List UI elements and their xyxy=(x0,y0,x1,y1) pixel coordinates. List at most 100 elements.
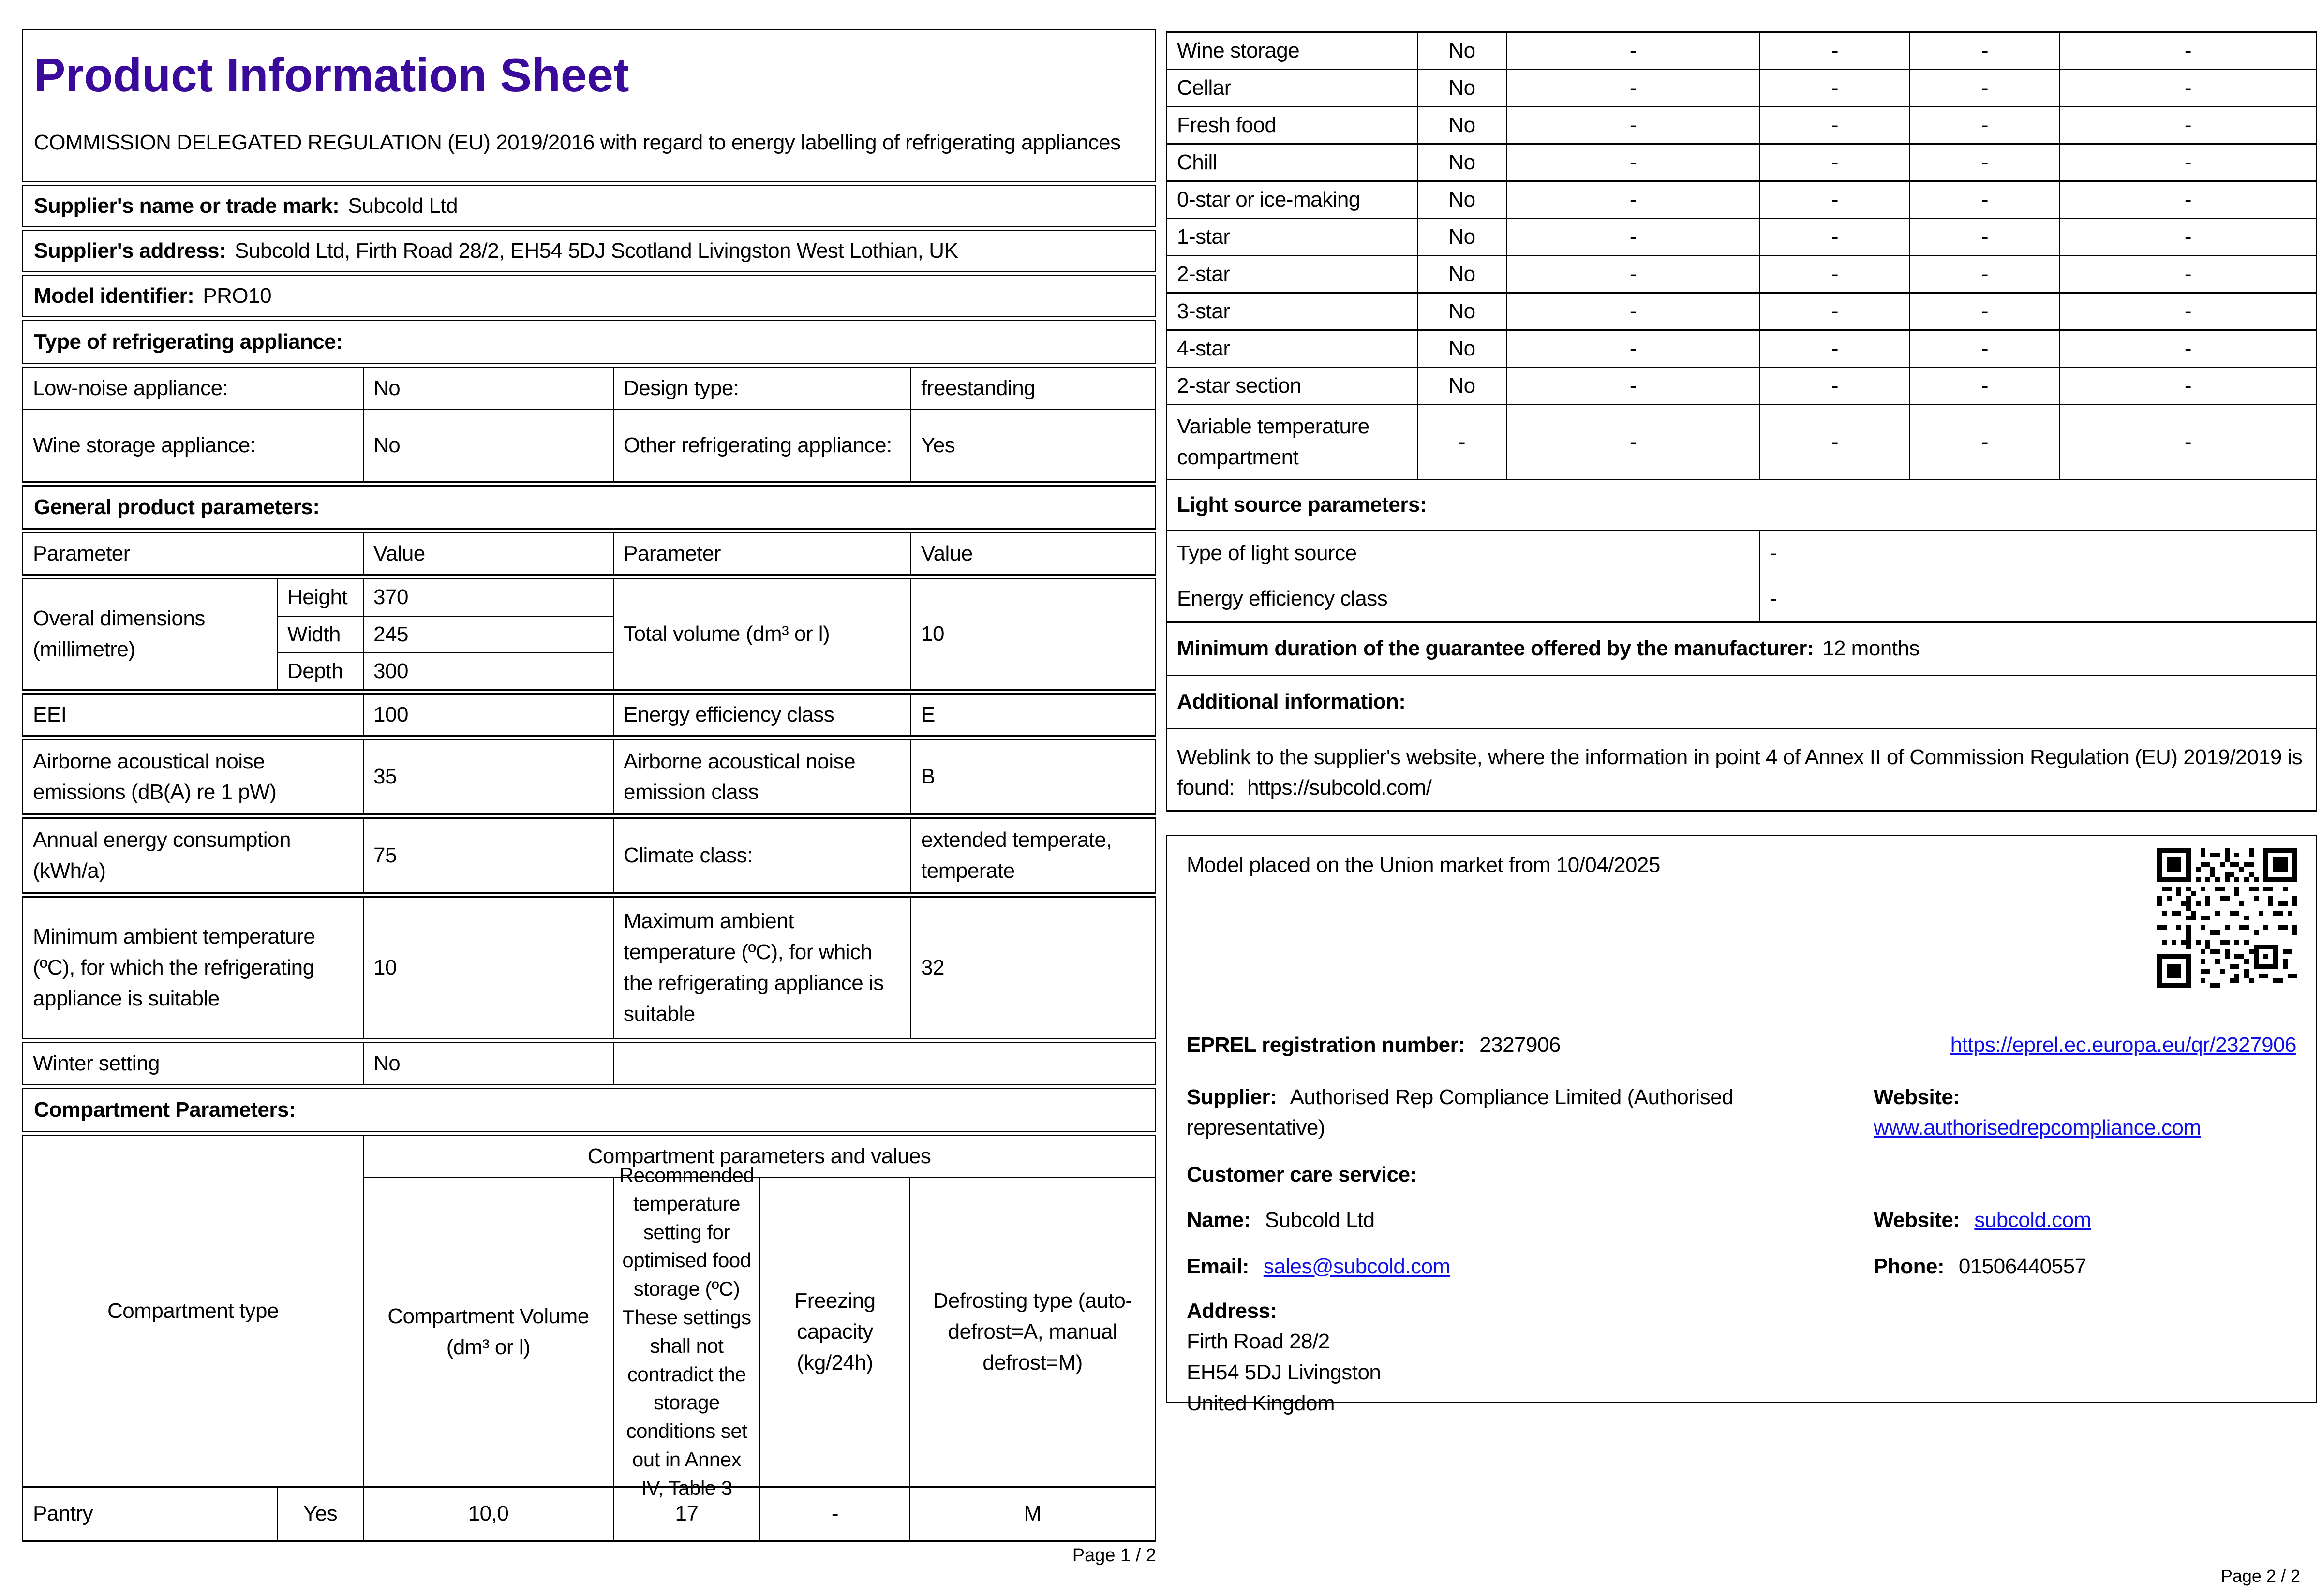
dash-value: - xyxy=(1909,404,2059,479)
eprel-link-wrap: https://eprel.ec.europa.eu/qr/2327906 xyxy=(1950,1030,2297,1061)
light-class-value: - xyxy=(1759,575,2316,621)
eprel-link[interactable]: https://eprel.ec.europa.eu/qr/2327906 xyxy=(1950,1033,2297,1057)
row-present: No xyxy=(1417,255,1506,292)
dash-value: - xyxy=(1506,218,1759,255)
dash-value: - xyxy=(1759,180,1909,218)
type-table: Low-noise appliance: No Design type: fre… xyxy=(22,366,1156,483)
eei-row: EEI 100 Energy efficiency class E xyxy=(22,693,1156,737)
dash-value: - xyxy=(1506,255,1759,292)
care-phone-label: Phone: xyxy=(1874,1254,1945,1278)
guarantee-label: Minimum duration of the guarantee offere… xyxy=(1177,636,1814,661)
supplier-name-value: Subcold Ltd xyxy=(348,193,458,218)
dash-value: - xyxy=(2059,329,2316,367)
param-header-2: Parameter xyxy=(613,533,910,574)
compartment-type-header: Compartment type xyxy=(107,1299,279,1323)
row-label: 2-star section xyxy=(1167,367,1417,404)
min-ambient-label: Minimum ambient temperature (ºC), for wh… xyxy=(33,925,315,1010)
dash-value: - xyxy=(1909,218,2059,255)
dimensions-label: Overal dimensions (millimetre) xyxy=(33,606,205,662)
design-type-value: freestanding xyxy=(910,368,1155,409)
dash-value: - xyxy=(1506,404,1759,479)
title-box: Product Information Sheet COMMISSION DEL… xyxy=(22,29,1156,182)
care-website-link[interactable]: subcold.com xyxy=(1974,1208,2091,1232)
eprel-label: EPREL registration number: xyxy=(1187,1033,1465,1057)
model-identifier-row: Model identifier: PRO10 xyxy=(22,274,1156,317)
additional-info-heading: Additional information: xyxy=(1167,674,2316,728)
care-name-value: Subcold Ltd xyxy=(1265,1208,1375,1232)
dash-value: - xyxy=(1909,180,2059,218)
market-info-box: Model placed on the Union market from 10… xyxy=(1166,834,2317,1415)
dash-value: - xyxy=(1759,69,1909,106)
row-label: 2-star xyxy=(1167,255,1417,292)
min-ambient-value: 10 xyxy=(363,897,613,1038)
row-present: No xyxy=(1417,292,1506,329)
row-present: No xyxy=(1417,218,1506,255)
light-type-value: - xyxy=(1759,529,2316,576)
max-ambient-label: Maximum ambient temperature (ºC), for wh… xyxy=(613,897,910,1038)
row-present: No xyxy=(1417,367,1506,404)
recommended-temp-header: Recommended temperature setting for opti… xyxy=(613,1164,759,1499)
wine-appliance-label: Wine storage appliance: xyxy=(23,408,363,481)
compartment-heading: Compartment Parameters: xyxy=(34,1097,296,1122)
dash-value: - xyxy=(1506,292,1759,329)
row-present: No xyxy=(1417,180,1506,218)
guarantee-row: Minimum duration of the guarantee offere… xyxy=(1167,621,2316,675)
dimensions-row: Overal dimensions (millimetre) Height 37… xyxy=(22,577,1156,691)
qr-code-icon xyxy=(2157,847,2297,993)
row-present: No xyxy=(1417,33,1506,69)
height-value: 370 xyxy=(363,579,613,616)
pantry-freezing: - xyxy=(759,1486,909,1540)
other-appliance-value: Yes xyxy=(910,408,1155,481)
dash-value: - xyxy=(2059,33,2316,69)
general-heading: General product parameters: xyxy=(34,495,320,519)
dash-value: - xyxy=(1759,329,1909,367)
dash-value: - xyxy=(1759,292,1909,329)
address-line-2: EH54 5DJ Livingston xyxy=(1187,1360,1381,1385)
dash-value: - xyxy=(1909,292,2059,329)
care-website-label: Website: xyxy=(1874,1208,1960,1232)
general-heading-row: General product parameters: xyxy=(22,485,1156,530)
light-source-heading: Light source parameters: xyxy=(1167,478,2316,530)
compartment-table: Compartment type Compartment parameters … xyxy=(22,1134,1156,1542)
dash-value: - xyxy=(1909,367,2059,404)
dash-value: - xyxy=(1909,143,2059,180)
row-label: 4-star xyxy=(1167,329,1417,367)
pantry-present: Yes xyxy=(277,1486,363,1540)
wine-appliance-value: No xyxy=(363,408,613,481)
supplier-website-label: Website: xyxy=(1874,1085,1960,1109)
dash-value: - xyxy=(1506,69,1759,106)
customer-care-heading: Customer care service: xyxy=(1187,1162,1417,1186)
dash-value: - xyxy=(1506,33,1759,69)
supplier-address-label: Supplier's address: xyxy=(34,238,226,263)
supplier-website-link[interactable]: www.authorisedrepcompliance.com xyxy=(1874,1116,2201,1139)
weblink-row: Weblink to the supplier's website, where… xyxy=(1167,727,2316,810)
row-label: Fresh food xyxy=(1167,106,1417,143)
page-2: Wine storage No - - - - Cellar No - - - … xyxy=(1166,31,2317,1415)
address-line-3: United Kingdom xyxy=(1187,1391,1335,1415)
care-phone-value: 01506440557 xyxy=(1958,1254,2086,1278)
row-label: Wine storage xyxy=(1177,39,1300,62)
care-website-row: Website: subcold.com xyxy=(1874,1205,2091,1236)
annual-energy-row: Annual energy consumption (kWh/a) 75 Cli… xyxy=(22,817,1156,894)
low-noise-label: Low-noise appliance: xyxy=(33,376,228,400)
winter-setting-row: Winter setting No xyxy=(22,1041,1156,1085)
dash-value: - xyxy=(2059,218,2316,255)
eei-label: EEI xyxy=(33,702,67,726)
compartment-continuation-table: Wine storage No - - - - Cellar No - - - … xyxy=(1166,31,2317,812)
dash-value: - xyxy=(1909,33,2059,69)
supplier-address-value: Subcold Ltd, Firth Road 28/2, EH54 5DJ S… xyxy=(235,238,958,263)
page-2-footer: Page 2 / 2 xyxy=(2220,1566,2300,1586)
dash-value: - xyxy=(1759,218,1909,255)
other-appliance-label: Other refrigerating appliance: xyxy=(613,408,910,481)
dash-value: - xyxy=(1909,255,2059,292)
value-header-1: Value xyxy=(363,533,613,574)
page-1: Product Information Sheet COMMISSION DEL… xyxy=(22,29,1156,1542)
model-identifier-value: PRO10 xyxy=(203,283,272,308)
address-label: Address: xyxy=(1187,1299,1277,1323)
care-email-link[interactable]: sales@subcold.com xyxy=(1264,1255,1450,1278)
dash-value: - xyxy=(1506,329,1759,367)
model-identifier-label: Model identifier: xyxy=(34,283,194,308)
dash-value: - xyxy=(1909,69,2059,106)
care-email-row: Email: sales@subcold.com xyxy=(1187,1251,1450,1282)
address-block: Address: Firth Road 28/2 EH54 5DJ Living… xyxy=(1187,1296,1381,1419)
